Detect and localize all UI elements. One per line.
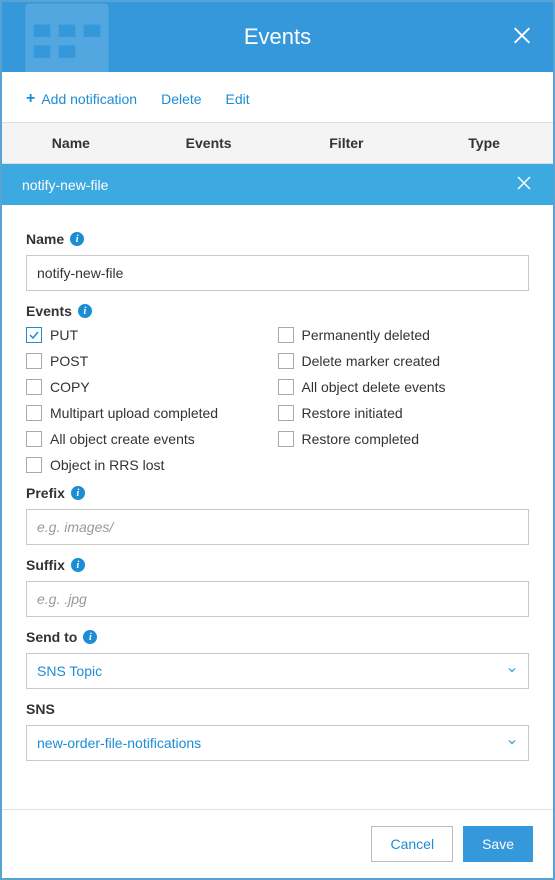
checkbox-item[interactable]: Delete marker created <box>278 353 530 369</box>
events-col-right: Permanently deleted Delete marker created… <box>278 327 530 473</box>
checkbox-label: Permanently deleted <box>302 327 430 343</box>
checkbox[interactable] <box>278 353 294 369</box>
calendar-bg-icon <box>2 2 142 72</box>
checkbox[interactable] <box>278 405 294 421</box>
row-close-icon[interactable] <box>515 174 533 195</box>
chevron-down-icon <box>506 735 518 751</box>
close-icon[interactable] <box>511 25 533 50</box>
send-to-label: Send to i <box>26 629 529 645</box>
delete-button[interactable]: Delete <box>161 90 201 108</box>
add-notification-label: Add notification <box>41 91 137 107</box>
events-modal: Events + Add notification Delete Edit Na… <box>0 0 555 880</box>
checkbox-label: POST <box>50 353 88 369</box>
checkbox-item[interactable]: Permanently deleted <box>278 327 530 343</box>
name-label: Name i <box>26 231 529 247</box>
checkbox-label: Object in RRS lost <box>50 457 164 473</box>
checkbox-item[interactable]: All object create events <box>26 431 278 447</box>
modal-title: Events <box>244 24 311 50</box>
delete-label: Delete <box>161 91 201 107</box>
plus-icon: + <box>26 90 35 108</box>
checkbox-label: All object delete events <box>302 379 446 395</box>
chevron-down-icon <box>506 663 518 679</box>
checkbox-label: All object create events <box>50 431 195 447</box>
sns-label: SNS <box>26 701 529 717</box>
checkbox-label: PUT <box>50 327 78 343</box>
checkbox[interactable] <box>26 457 42 473</box>
checkbox[interactable] <box>26 431 42 447</box>
save-button[interactable]: Save <box>463 826 533 862</box>
th-events: Events <box>140 123 278 163</box>
send-to-value: SNS Topic <box>37 663 102 679</box>
suffix-input[interactable] <box>26 581 529 617</box>
th-type: Type <box>415 123 553 163</box>
edit-button[interactable]: Edit <box>226 90 250 108</box>
modal-footer: Cancel Save <box>2 809 553 878</box>
checkbox[interactable] <box>26 405 42 421</box>
modal-header: Events <box>2 2 553 72</box>
checkbox-label: Multipart upload completed <box>50 405 218 421</box>
selected-row[interactable]: notify-new-file <box>2 164 553 205</box>
checkbox[interactable] <box>278 327 294 343</box>
checkbox[interactable] <box>278 379 294 395</box>
send-to-select[interactable]: SNS Topic <box>26 653 529 689</box>
events-col-left: PUT POST COPY Multipart upload completed All… <box>26 327 278 473</box>
events-checkbox-grid: PUT POST COPY Multipart upload completed All… <box>26 327 529 473</box>
checkbox[interactable] <box>278 431 294 447</box>
checkbox[interactable] <box>26 327 42 343</box>
info-icon[interactable]: i <box>83 630 97 644</box>
checkbox-label: Restore initiated <box>302 405 403 421</box>
prefix-label: Prefix i <box>26 485 529 501</box>
info-icon[interactable]: i <box>71 486 85 500</box>
checkbox-item[interactable]: All object delete events <box>278 379 530 395</box>
checkbox-item[interactable]: Object in RRS lost <box>26 457 278 473</box>
th-name: Name <box>2 123 140 163</box>
checkbox-item[interactable]: Multipart upload completed <box>26 405 278 421</box>
checkbox-item[interactable]: COPY <box>26 379 278 395</box>
checkbox-item[interactable]: Restore initiated <box>278 405 530 421</box>
sns-select[interactable]: new-order-file-notifications <box>26 725 529 761</box>
checkbox[interactable] <box>26 353 42 369</box>
checkbox[interactable] <box>26 379 42 395</box>
table-header: Name Events Filter Type <box>2 122 553 164</box>
name-input[interactable] <box>26 255 529 291</box>
add-notification-button[interactable]: + Add notification <box>26 90 137 108</box>
th-filter: Filter <box>278 123 416 163</box>
checkbox-item[interactable]: Restore completed <box>278 431 530 447</box>
checkbox-label: Delete marker created <box>302 353 441 369</box>
selected-row-title: notify-new-file <box>22 177 108 193</box>
events-label: Events i <box>26 303 529 319</box>
checkbox-item[interactable]: PUT <box>26 327 278 343</box>
form: Name i Events i PUT POST COPY Multipart upl… <box>2 205 553 761</box>
sns-value: new-order-file-notifications <box>37 735 201 751</box>
info-icon[interactable]: i <box>71 558 85 572</box>
cancel-button[interactable]: Cancel <box>371 826 453 862</box>
suffix-label: Suffix i <box>26 557 529 573</box>
edit-label: Edit <box>226 91 250 107</box>
prefix-input[interactable] <box>26 509 529 545</box>
info-icon[interactable]: i <box>70 232 84 246</box>
checkbox-item[interactable]: POST <box>26 353 278 369</box>
checkbox-label: Restore completed <box>302 431 420 447</box>
info-icon[interactable]: i <box>78 304 92 318</box>
toolbar: + Add notification Delete Edit <box>2 72 553 122</box>
checkbox-label: COPY <box>50 379 90 395</box>
